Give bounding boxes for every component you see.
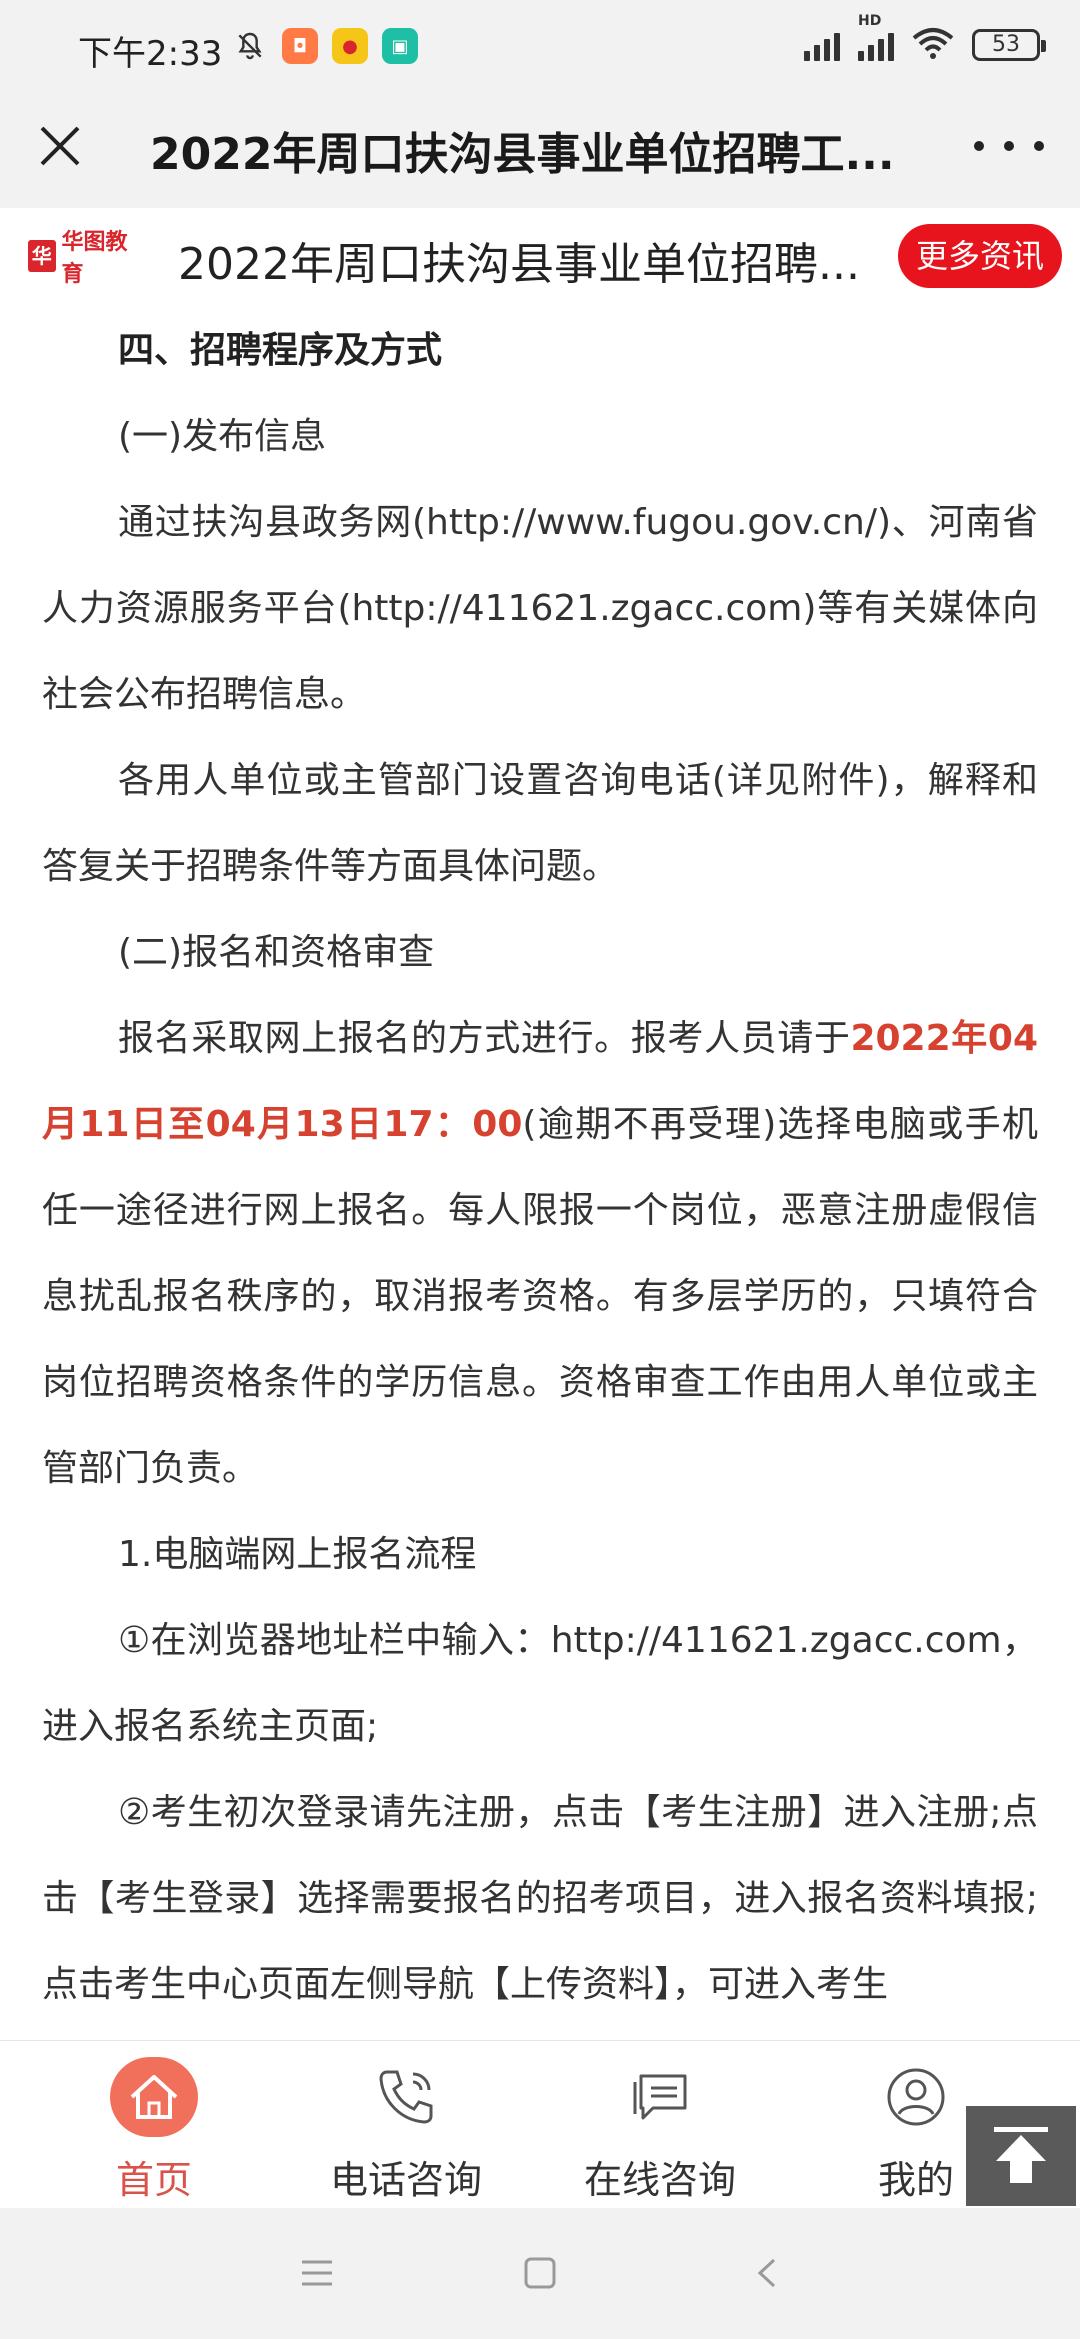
phone-icon [366, 2057, 446, 2137]
nav-phone-label: 电话咨询 [329, 2158, 482, 2202]
nav-online[interactable]: 在线咨询 [560, 2057, 760, 2207]
logo-mark-icon: 华 [28, 240, 56, 272]
bottom-nav: 首页 电话咨询 在线咨询 我的 [0, 2040, 1080, 2208]
logo-text: 华图教育 [61, 230, 128, 287]
paragraph: 各用人单位或主管部门设置咨询电话(详见附件)，解释和答复关于招聘条件等方面具体问… [42, 760, 1038, 887]
back-system-button[interactable] [742, 2248, 792, 2298]
system-nav-bar [0, 2208, 1080, 2339]
nav-phone[interactable]: 电话咨询 [306, 2057, 506, 2207]
user-icon [876, 2057, 956, 2137]
title-bar: 2022年周口扶沟县事业单位招聘工... [0, 90, 1080, 208]
subsection-heading: (一)发布信息 [118, 416, 327, 457]
status-bar: 下午2:33 ◘ ● ▣ HD 53 [0, 0, 1080, 90]
article-title: 2022年周口扶沟县事业单位招聘... [178, 239, 860, 290]
paragraph-text: 报名采取网上报名的方式进行。报考人员请于 [118, 1018, 851, 1059]
chevron-left-icon [757, 2258, 776, 2288]
article-content: 四、招聘程序及方式 (一)发布信息 通过扶沟县政务网(http://www.fu… [42, 308, 1038, 2040]
paragraph-text: (逾期不再受理)选择电脑或手机任一途径进行网上报名。每人限报一个岗位，恶意注册虚… [42, 1104, 1038, 1489]
wifi-icon [912, 26, 954, 64]
nav-online-label: 在线咨询 [583, 2158, 736, 2202]
mute-bell-icon [232, 28, 268, 64]
article-header: 华 华图教育 2022年周口扶沟县事业单位招聘... 更多资讯 [0, 208, 1080, 308]
weibo-icon: ● [332, 28, 368, 64]
close-button[interactable] [28, 114, 92, 178]
signal-hd-icon: HD [858, 13, 894, 61]
arrow-up-icon [994, 2127, 1048, 2183]
home-icon [110, 2057, 198, 2137]
paragraph: ②考生初次登录请先注册，点击【考生注册】进入注册;点击【考生登录】选择需要报名的… [42, 1792, 1038, 2005]
window-title: 2022年周口扶沟县事业单位招聘工... [150, 129, 895, 180]
square-icon [524, 2257, 556, 2289]
signal-icon [804, 29, 840, 61]
status-right-group: HD 53 [804, 13, 1046, 64]
home-system-button[interactable] [515, 2248, 565, 2298]
nav-home-label: 首页 [115, 2158, 192, 2202]
subsection-heading: (二)报名和资格审查 [118, 932, 435, 973]
battery-icon: 53 [972, 29, 1046, 61]
menu-button[interactable] [292, 2248, 342, 2298]
paragraph: 报名采取网上报名的方式进行。报考人员请于2022年04月11日至04月13日17… [42, 996, 1038, 1512]
huatu-logo[interactable]: 华 华图教育 [28, 230, 148, 287]
more-news-button[interactable]: 更多资讯 [898, 224, 1062, 288]
status-time: 下午2:33 [78, 34, 223, 74]
section-heading: 四、招聘程序及方式 [118, 330, 443, 371]
paragraph: 通过扶沟县政务网(http://www.fugou.gov.cn/)、河南省人力… [42, 502, 1038, 715]
more-icon [974, 141, 984, 151]
store-app-icon: ▣ [382, 28, 418, 64]
shopping-app-icon: ◘ [282, 28, 318, 64]
paragraph: ①在浏览器地址栏中输入：http://411621.zgacc.com，进入报名… [42, 1620, 1038, 1747]
chat-icon [620, 2057, 700, 2137]
step-heading: 1.电脑端网上报名流程 [118, 1534, 477, 1575]
network-type-label: HD [858, 13, 882, 29]
back-to-top-button[interactable] [966, 2106, 1076, 2206]
more-options-button[interactable] [974, 126, 1044, 166]
menu-icon [302, 2260, 332, 2286]
nav-home[interactable]: 首页 [54, 2057, 254, 2207]
status-notification-icons: ◘ ● ▣ [232, 28, 418, 64]
close-icon [40, 126, 80, 166]
